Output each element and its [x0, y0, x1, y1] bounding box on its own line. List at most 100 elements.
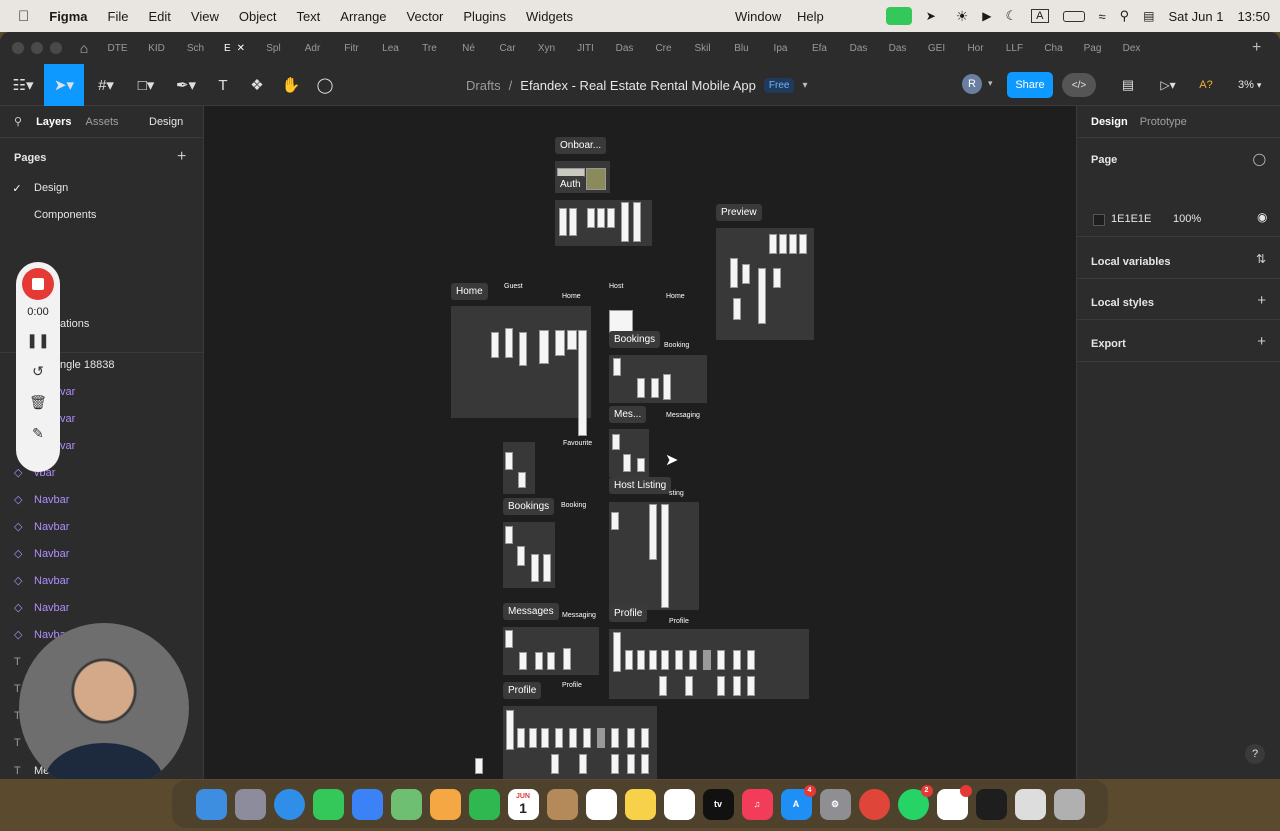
text-tool-button[interactable]: T	[208, 64, 238, 106]
file-tab[interactable]: JITI	[566, 43, 605, 54]
file-tab[interactable]: Pag	[1073, 43, 1112, 54]
design-canvas[interactable]: Onboar... Auth Preview Home Guest Home H…	[205, 106, 1076, 779]
close-window-button[interactable]	[12, 42, 24, 54]
font-warning-icon[interactable]: A?	[1194, 64, 1218, 106]
local-variables-title[interactable]: Local variables	[1091, 256, 1171, 268]
app-store-icon[interactable]: A4	[780, 784, 816, 820]
file-name[interactable]: Efandex - Real Estate Rental Mobile App	[520, 78, 756, 93]
help-button[interactable]: ?	[1245, 744, 1265, 764]
section-label-auth[interactable]: Auth	[555, 176, 586, 193]
menu-view[interactable]: View	[181, 9, 229, 24]
file-tab[interactable]: GEI	[917, 43, 956, 54]
frame-tool-button[interactable]: #▾	[88, 64, 124, 106]
reminders-icon[interactable]	[585, 788, 617, 820]
menu-object[interactable]: Object	[229, 9, 287, 24]
file-tab[interactable]: Cha	[1034, 43, 1073, 54]
apple-icon[interactable]: 	[0, 8, 39, 25]
launchpad-icon[interactable]	[234, 788, 266, 820]
tab-layers[interactable]: Layers	[36, 116, 71, 128]
file-tab[interactable]: Das	[878, 43, 917, 54]
section-label-messages-guest[interactable]: Messages	[503, 603, 559, 620]
chrome-icon[interactable]	[858, 788, 890, 820]
page-color-swatch[interactable]	[1093, 214, 1105, 226]
file-tab[interactable]: Ipa	[761, 43, 800, 54]
tv-icon[interactable]: tv	[702, 788, 734, 820]
section-label-onboarding[interactable]: Onboar...	[555, 137, 607, 154]
layer-row[interactable]: ◇ Navbar	[0, 594, 204, 621]
brightness-icon[interactable]: ☀	[956, 8, 969, 25]
layer-row[interactable]: ◇ Navbar	[0, 486, 204, 513]
menu-plugins[interactable]: Plugins	[453, 9, 516, 24]
plan-badge[interactable]: Free	[763, 77, 795, 93]
photos-icon[interactable]	[429, 788, 461, 820]
slack-icon[interactable]	[936, 784, 972, 820]
trash-icon[interactable]	[1053, 788, 1085, 820]
pause-icon[interactable]: ❚❚	[26, 332, 49, 349]
comment-tool-button[interactable]: ◯	[310, 64, 340, 106]
dev-mode-toggle[interactable]: </>	[1062, 73, 1096, 97]
chevron-down-icon[interactable]: ▾	[802, 80, 807, 91]
file-tab[interactable]: Adr	[293, 43, 332, 54]
visibility-eye-icon[interactable]: ◉	[1257, 210, 1267, 224]
file-tab[interactable]: Xyn	[527, 43, 566, 54]
library-icon[interactable]: ▤	[1114, 64, 1142, 106]
file-tab[interactable]: Dex	[1112, 43, 1151, 54]
home-icon[interactable]: ⌂	[70, 40, 98, 56]
textedit-icon[interactable]	[1014, 788, 1046, 820]
notes-icon[interactable]	[624, 788, 656, 820]
wifi-icon[interactable]: ≈	[1099, 9, 1106, 24]
search-icon[interactable]: ⚲	[1120, 8, 1130, 24]
file-tab[interactable]: Lea	[371, 43, 410, 54]
file-tab[interactable]: Efa	[800, 43, 839, 54]
moon-icon[interactable]: ☾	[1006, 8, 1018, 24]
file-tab[interactable]: Skil	[683, 43, 722, 54]
file-tab[interactable]: DTE	[98, 43, 137, 54]
battery-icon[interactable]	[1062, 10, 1085, 22]
file-tab[interactable]: Tre	[410, 43, 449, 54]
file-tab[interactable]: Das	[605, 43, 644, 54]
stop-recording-button[interactable]	[22, 268, 54, 300]
page-item-components[interactable]: Components	[0, 203, 204, 227]
file-tab[interactable]: Blu	[722, 43, 761, 54]
mail-icon[interactable]	[351, 788, 383, 820]
mode-dropdown[interactable]: Design	[149, 116, 183, 128]
menu-app-name[interactable]: Figma	[39, 9, 97, 24]
tab-design[interactable]: Design	[1091, 116, 1128, 128]
section-label-bookings-host[interactable]: Bookings	[609, 331, 661, 348]
system-settings-icon[interactable]: ⚙	[819, 788, 851, 820]
share-button[interactable]: Share	[1007, 72, 1053, 98]
page-item-design[interactable]: ✓ Design	[0, 176, 204, 200]
freeform-icon[interactable]	[663, 788, 695, 820]
local-styles-title[interactable]: Local styles	[1091, 297, 1154, 309]
zoom-window-button[interactable]	[50, 42, 62, 54]
safari-icon[interactable]	[273, 788, 305, 820]
add-style-icon[interactable]: +	[1257, 292, 1266, 309]
maps-icon[interactable]	[390, 788, 422, 820]
control-center-icon[interactable]: ▤	[1143, 9, 1154, 23]
pencil-icon[interactable]: ✎	[32, 425, 44, 442]
menu-widgets[interactable]: Widgets	[516, 9, 583, 24]
finder-icon[interactable]	[195, 788, 227, 820]
hand-tool-button[interactable]: ✋	[276, 64, 306, 106]
section-label-profile-host[interactable]: Profile	[609, 605, 648, 622]
zoom-dropdown[interactable]: 3% ▾	[1238, 64, 1261, 106]
file-tab[interactable]: Spl	[254, 43, 293, 54]
file-tab[interactable]: LLF	[995, 43, 1034, 54]
breadcrumb-drafts[interactable]: Drafts	[466, 78, 501, 93]
music-icon[interactable]: ♫	[741, 788, 773, 820]
section-label-home[interactable]: Home	[451, 283, 488, 300]
section-label-messages-host[interactable]: Mes...	[609, 406, 647, 423]
shape-tool-button[interactable]: □▾	[128, 64, 164, 106]
file-tab[interactable]: Das	[839, 43, 878, 54]
resources-tool-button[interactable]: ❖	[242, 64, 272, 106]
section-label-bookings-guest[interactable]: Bookings	[503, 498, 555, 515]
restart-icon[interactable]: ↺	[32, 363, 44, 380]
present-button[interactable]: ▷▾	[1150, 64, 1186, 106]
figma-icon[interactable]	[975, 788, 1007, 820]
facetime-status-icon[interactable]	[885, 7, 912, 25]
menu-arrange[interactable]: Arrange	[330, 9, 396, 24]
menu-text[interactable]: Text	[286, 9, 330, 24]
pen-tool-button[interactable]: ✒▾	[168, 64, 204, 106]
layer-row[interactable]: ◇ Navbar	[0, 540, 204, 567]
file-tab-active[interactable]: E ✕	[215, 43, 254, 54]
